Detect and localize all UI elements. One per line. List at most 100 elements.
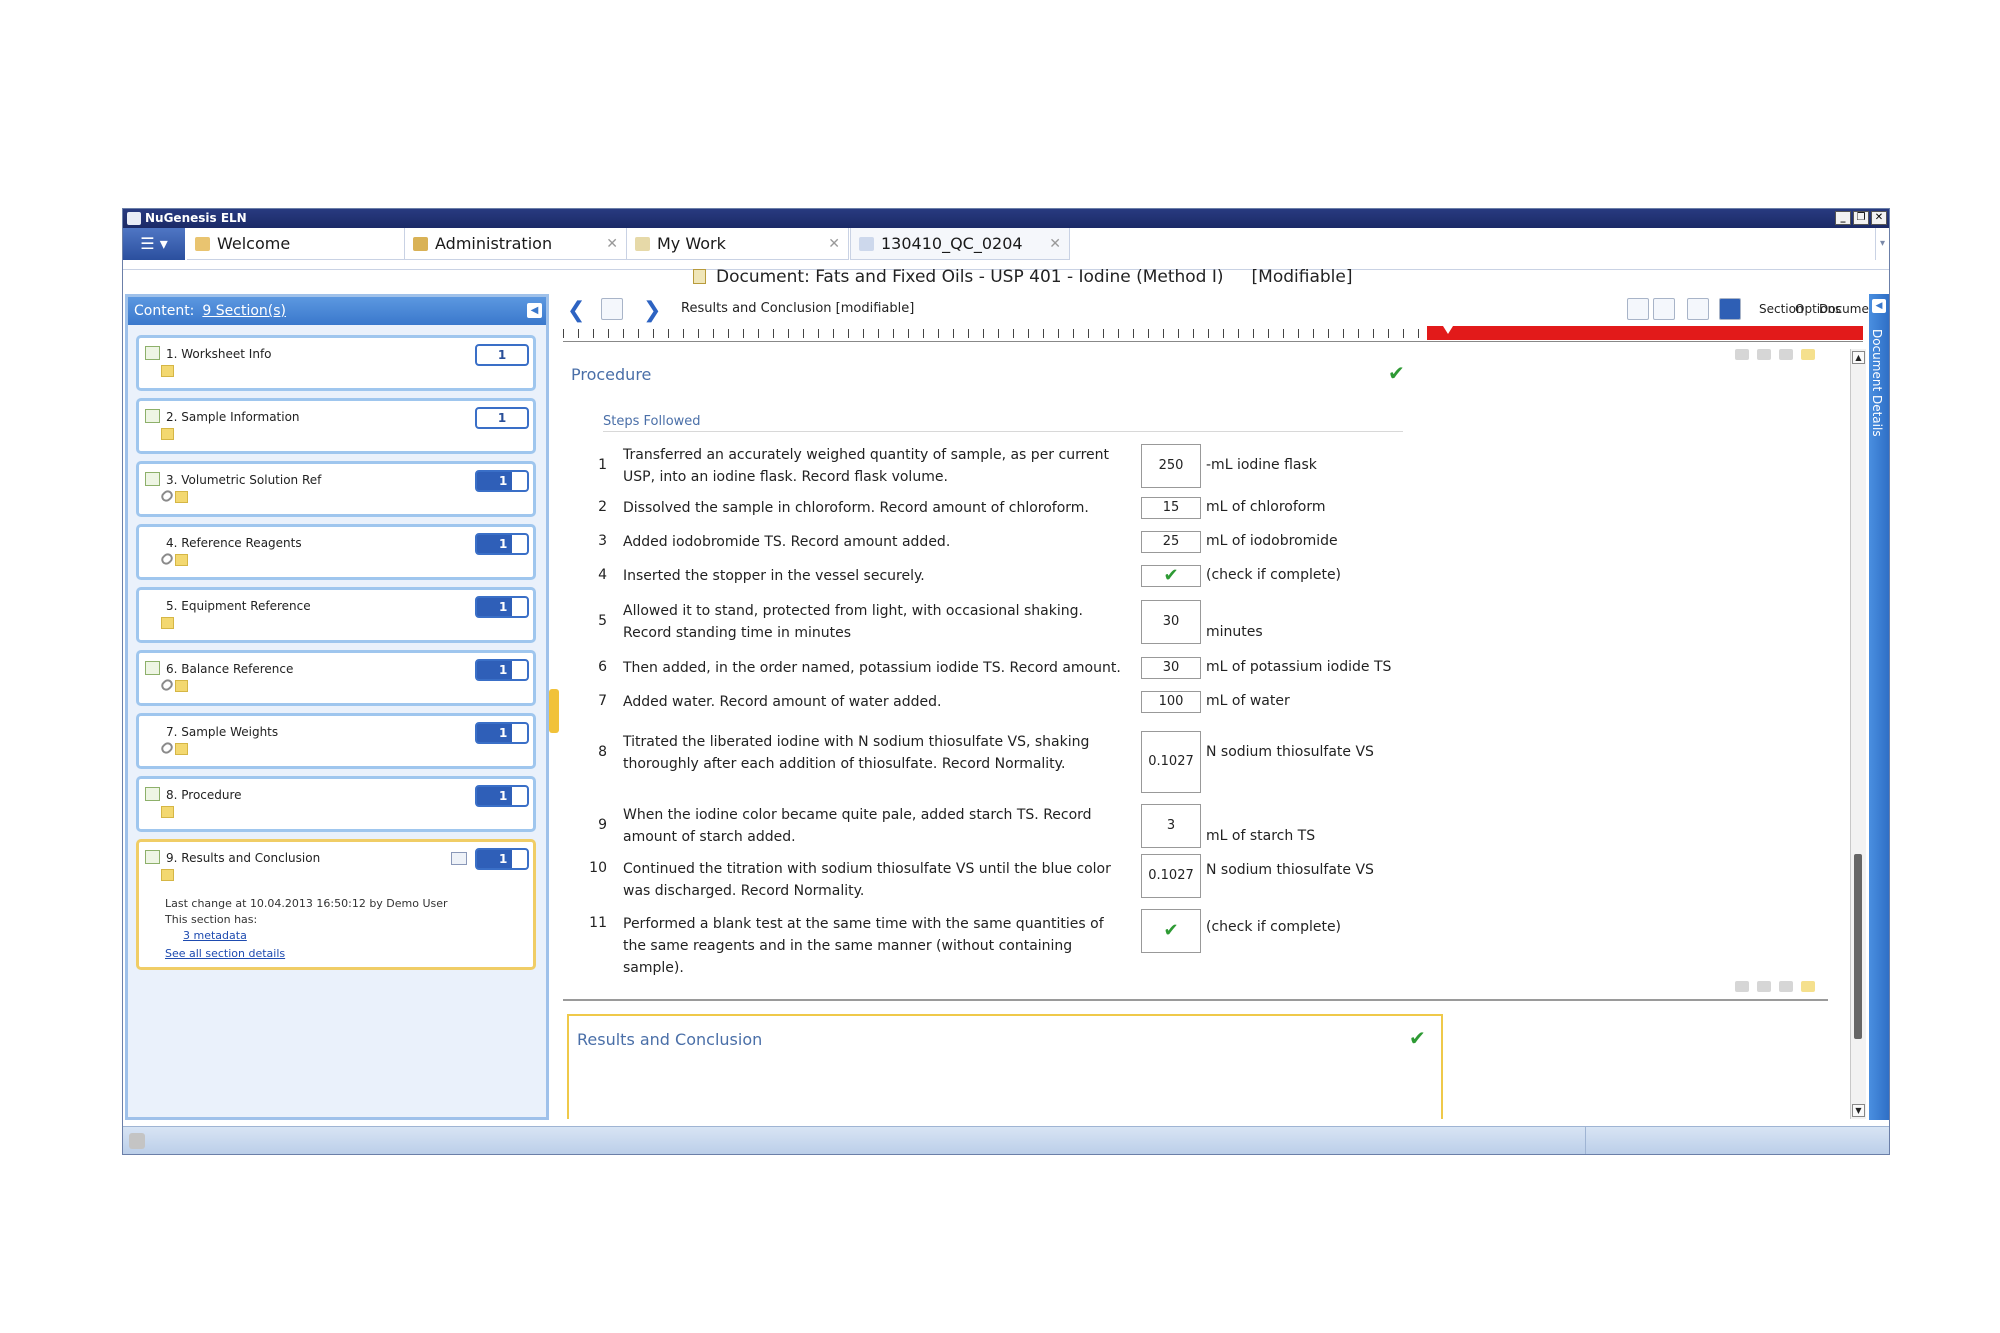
delete-section-icon[interactable] [1653,298,1675,320]
close-window-button[interactable]: ✕ [1871,211,1887,225]
note-icon[interactable] [1801,981,1815,992]
step-unit: mL of starch TS [1206,828,1316,844]
step-text: Continued the titration with sodium thio… [623,861,1111,899]
section-toolbar: ❮ ❯ Results and Conclusion [modifiable] … [563,294,1881,324]
section-version-badge[interactable]: 1 [475,785,529,807]
step-unit: N sodium thiosulfate VS [1206,744,1374,760]
section-item-reference-reagents[interactable]: 4. Reference Reagents 1 [136,524,536,580]
attachment-icon[interactable] [1757,981,1771,992]
options-menu[interactable]: Options [1795,302,1841,316]
section-item-balance-reference[interactable]: 6. Balance Reference 1 [136,650,536,706]
section-item-sample-information[interactable]: 2. Sample Information 1 [136,398,536,454]
section-item-worksheet-info[interactable]: 1. Worksheet Info 1 [136,335,536,391]
step-value-input[interactable]: 15 [1141,497,1201,519]
section-version-badge[interactable]: 1 [475,470,529,492]
metadata-link[interactable]: 3 metadata [183,929,247,942]
results-section: Results and Conclusion ✔ [567,1014,1443,1119]
complete-check-icon: ✔ [1409,1026,1426,1050]
close-tab-icon[interactable]: ✕ [1049,228,1061,260]
tab-welcome[interactable]: Welcome [187,228,405,260]
expand-panel-icon[interactable]: ◀ [1872,299,1886,313]
step-checkbox[interactable]: ✔ [1141,565,1201,587]
step-number: 2 [598,499,607,515]
section-label: 7. Sample Weights [166,725,279,739]
tab-document[interactable]: 130410_QC_0204 ✕ [850,228,1070,260]
step-unit: mL of potassium iodide TS [1206,659,1392,675]
section-version-badge[interactable]: 1 [475,722,529,744]
section-label: 1. Worksheet Info [166,347,272,361]
step-checkbox[interactable]: ✔ [1141,909,1201,953]
note-icon [175,491,188,503]
step-value-input[interactable]: 30 [1141,600,1201,644]
tab-strip: ☰ ▾ Welcome Administration ✕ My Work ✕ 1… [123,228,1889,270]
previous-section-icon[interactable]: ❮ [567,298,585,323]
all-section-details-link[interactable]: See all section details [165,947,285,960]
tab-administration[interactable]: Administration ✕ [405,228,627,260]
document-details-label: Document Details [1870,329,1884,437]
step-number: 11 [589,915,607,931]
step-number: 8 [598,744,607,760]
tab-my-work[interactable]: My Work ✕ [627,228,849,260]
maximize-button[interactable]: ❐ [1853,211,1869,225]
procedure-title: Procedure [571,365,652,384]
step-value-input[interactable]: 100 [1141,691,1201,713]
step-text: Added iodobromide TS. Record amount adde… [623,534,951,550]
content-scrollbar[interactable]: ▲ ▼ [1850,349,1866,1119]
minimize-button[interactable]: _ [1835,211,1851,225]
section-item-results-and-conclusion[interactable]: 9. Results and Conclusion 1 Last change … [136,839,536,970]
note-icon [175,680,188,692]
step-text: Then added, in the order named, potassiu… [623,660,1121,676]
steps-heading: Steps Followed [603,414,701,429]
scroll-up-icon[interactable]: ▲ [1852,351,1865,364]
attachment-icon [159,551,175,567]
last-change-text: Last change at 10.04.2013 16:50:12 by De… [165,897,448,910]
link-icon[interactable] [1735,981,1749,992]
save-icon[interactable] [1719,298,1741,320]
document-content: Procedure ✔ Steps Followed 1 Transferred… [563,349,1850,1119]
section-version-badge[interactable]: 1 [475,533,529,555]
section-item-procedure[interactable]: 8. Procedure 1 [136,776,536,832]
tab-label: Welcome [217,234,291,253]
step-unit: -mL iodine flask [1206,457,1317,473]
attachment-icon [159,740,175,756]
step-value-input[interactable]: 0.1027 [1141,731,1201,793]
content-panel: Content: 9 Section(s) ◀ 1. Worksheet Info… [125,294,549,1120]
section-item-volumetric-solution-ref[interactable]: 3. Volumetric Solution Ref 1 [136,461,536,517]
document-title-bar: Document: Fats and Fixed Oils - USP 401 … [693,267,1352,287]
close-tab-icon[interactable]: ✕ [828,228,840,260]
collapse-panel-icon[interactable]: ◀ [527,303,542,318]
scroll-thumb[interactable] [1854,854,1862,1039]
section-item-sample-weights[interactable]: 7. Sample Weights 1 [136,713,536,769]
edit-section-icon[interactable] [451,852,467,865]
step-value-input[interactable]: 0.1027 [1141,854,1201,898]
panel-splitter-handle[interactable] [549,689,559,733]
step-number: 10 [589,860,607,876]
step-text: Inserted the stopper in the vessel secur… [623,568,925,584]
step-unit: mL of chloroform [1206,499,1326,515]
step-text: Dissolved the sample in chloroform. Reco… [623,500,1089,516]
scroll-down-icon[interactable]: ▼ [1852,1104,1865,1117]
section-item-equipment-reference[interactable]: 5. Equipment Reference 1 [136,587,536,643]
step-value-input[interactable]: 25 [1141,531,1201,553]
step-value-input[interactable]: 3 [1141,804,1201,848]
section-annotation-icons [1735,981,1815,992]
document-details-rail[interactable]: ◀ Document Details [1869,294,1889,1120]
close-tab-icon[interactable]: ✕ [606,228,618,260]
section-version-badge[interactable]: 1 [475,596,529,618]
section-version-badge[interactable]: 1 [475,344,529,366]
section-has-label: This section has: [165,913,258,926]
section-version-badge[interactable]: 1 [475,407,529,429]
sections-link[interactable]: 9 Section(s) [202,303,286,319]
tab-overflow-button[interactable]: ▾ [1875,228,1889,260]
section-version-badge[interactable]: 1 [475,659,529,681]
next-section-icon[interactable]: ❯ [643,298,661,323]
step-text: Transferred an accurately weighed quanti… [623,447,1110,485]
section-version-badge[interactable]: 1 [475,848,529,870]
step-value-input[interactable]: 250 [1141,444,1201,488]
step-value-input[interactable]: 30 [1141,657,1201,679]
add-section-icon[interactable] [1627,298,1649,320]
edit-document-icon[interactable] [601,298,623,320]
app-menu-button[interactable]: ☰ ▾ [123,228,185,260]
approve-section-icon[interactable] [1687,298,1709,320]
flag-icon[interactable] [1779,981,1793,992]
